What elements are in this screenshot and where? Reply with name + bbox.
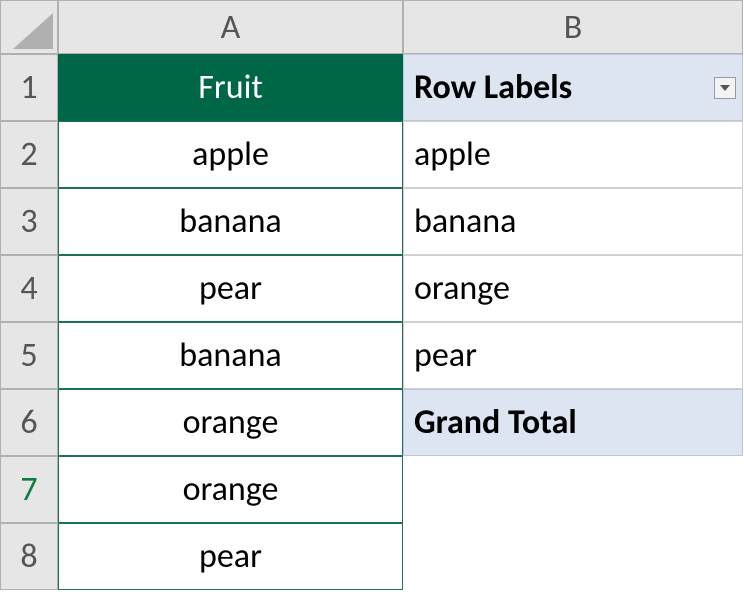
cell-B1-pivot-header[interactable]: Row Labels [403, 54, 743, 121]
cell-A5[interactable]: banana [58, 322, 403, 389]
select-all-corner[interactable] [0, 0, 58, 54]
row-header-5[interactable]: 5 [0, 322, 58, 389]
row-header-7[interactable]: 7 [0, 456, 58, 523]
cell-B2[interactable]: apple [403, 121, 743, 188]
row-header-3[interactable]: 3 [0, 188, 58, 255]
row-header-4[interactable]: 4 [0, 255, 58, 322]
cell-A8[interactable]: pear [58, 523, 403, 590]
cell-A4[interactable]: pear [58, 255, 403, 322]
pivot-header-label: Row Labels [414, 67, 572, 108]
cell-A1-table-header[interactable]: Fruit [58, 54, 403, 121]
cell-B3[interactable]: banana [403, 188, 743, 255]
cell-B6-grand-total[interactable]: Grand Total [403, 389, 743, 456]
cell-A6[interactable]: orange [58, 389, 403, 456]
spreadsheet-grid: A B 1 Fruit Row Labels 2 apple apple 3 b… [0, 0, 744, 590]
cell-B5[interactable]: pear [403, 322, 743, 389]
filter-dropdown-button[interactable] [714, 77, 736, 99]
row-header-2[interactable]: 2 [0, 121, 58, 188]
cell-B4[interactable]: orange [403, 255, 743, 322]
cell-B8[interactable] [403, 523, 743, 590]
row-header-8[interactable]: 8 [0, 523, 58, 590]
cell-A7[interactable]: orange [58, 456, 403, 523]
cell-A3[interactable]: banana [58, 188, 403, 255]
cell-A2[interactable]: apple [58, 121, 403, 188]
cell-B7[interactable] [403, 456, 743, 523]
row-header-1[interactable]: 1 [0, 54, 58, 121]
col-header-A[interactable]: A [58, 0, 403, 54]
row-header-6[interactable]: 6 [0, 389, 58, 456]
col-header-B[interactable]: B [403, 0, 743, 54]
